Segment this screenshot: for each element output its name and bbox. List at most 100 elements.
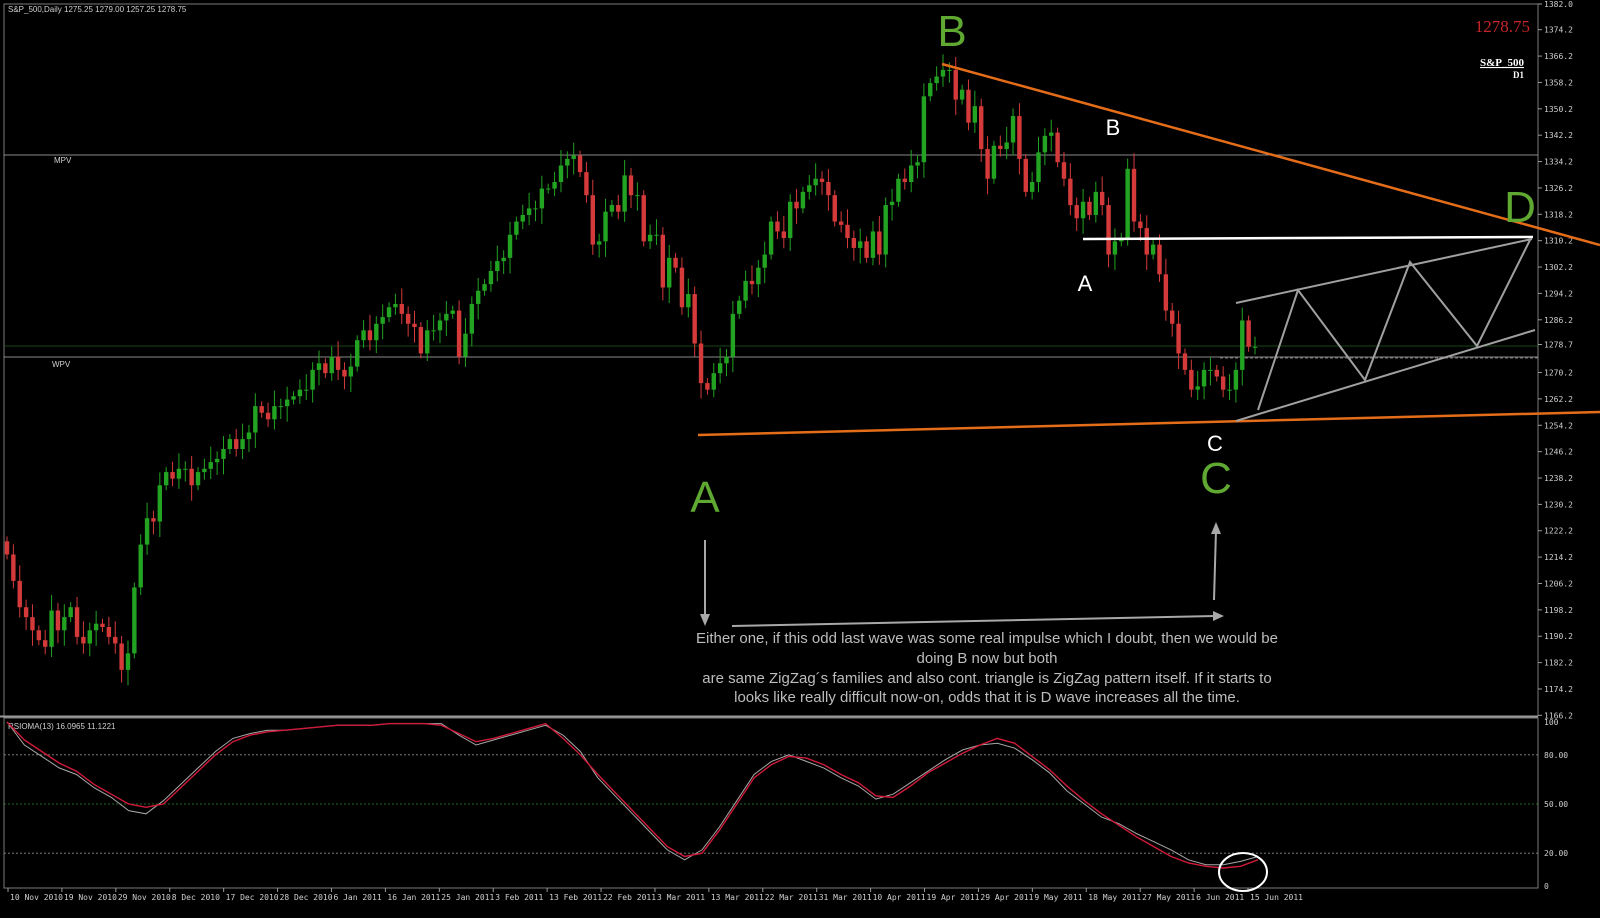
candle-body	[609, 205, 615, 212]
candle-body	[1220, 376, 1226, 390]
time-tick-label: 3 Mar 2011	[657, 893, 705, 902]
white-level-line[interactable]	[1082, 235, 1534, 241]
candle-body	[437, 320, 443, 331]
candle-body	[297, 389, 303, 397]
time-tick-label: 13 Mar 2011	[711, 893, 764, 902]
candle-body	[616, 205, 621, 212]
time-tick-label: 9 May 2011	[1034, 893, 1082, 902]
candle-body	[526, 208, 532, 215]
candle-body	[463, 333, 468, 357]
candle-body	[1233, 369, 1239, 390]
candle-body	[673, 257, 678, 268]
projected-zigzag[interactable]	[1257, 239, 1531, 411]
candle-body	[717, 363, 723, 374]
candle-body	[374, 323, 379, 341]
candle-body	[635, 195, 640, 197]
candle-body	[412, 323, 417, 328]
candle-body	[660, 234, 666, 288]
triangle-lower-line[interactable]	[697, 410, 1600, 437]
candle-body	[100, 623, 105, 627]
candle-body	[737, 300, 742, 314]
candle-body	[915, 162, 920, 166]
candle-body	[711, 373, 716, 390]
candle-body	[1112, 241, 1118, 255]
price-tick-label: 1334.2	[1544, 158, 1573, 167]
candle-body	[17, 580, 22, 608]
candle-body	[30, 617, 35, 631]
time-tick-label: 29 Apr 2011	[980, 893, 1033, 902]
price-tick-label: 1350.2	[1544, 105, 1573, 114]
price-tick-label: 1374.2	[1544, 26, 1573, 35]
price-tick-label: 1318.2	[1544, 210, 1573, 219]
note-line-3: are same ZigZag´s families and also cont…	[702, 670, 1271, 687]
candle-body	[431, 330, 436, 332]
candle-body	[202, 468, 207, 473]
candle-body	[883, 205, 888, 255]
time-tick-label: 3 Feb 2011	[495, 893, 543, 902]
candle-body	[214, 458, 220, 463]
candle-body	[163, 472, 169, 486]
candle-body	[533, 208, 538, 210]
candle-body	[1049, 132, 1054, 136]
candle-body	[546, 188, 551, 190]
arrow-up	[1211, 522, 1221, 601]
time-tick-label: 19 Apr 2011	[927, 893, 980, 902]
price-tick-label: 1262.2	[1544, 395, 1573, 404]
candle-body	[590, 195, 595, 245]
candle-body	[310, 369, 315, 390]
candle-body	[934, 76, 939, 84]
candle-body	[877, 231, 882, 255]
candle-body	[641, 195, 646, 242]
timeframe-label: D1	[1513, 70, 1524, 80]
candle-body	[157, 485, 163, 522]
candle-body	[113, 636, 118, 644]
candle-body	[622, 175, 627, 212]
candle-body	[291, 396, 296, 400]
candle-body	[132, 587, 137, 654]
arrow-right	[731, 611, 1224, 627]
candle-body	[1157, 244, 1162, 275]
time-tick-label: 6 Jun 2011	[1196, 893, 1244, 902]
candle-body	[985, 149, 990, 179]
candle-body	[208, 462, 213, 469]
candle-body	[138, 544, 143, 588]
candle-body	[577, 155, 583, 173]
candles	[4, 54, 1258, 686]
candle-body	[794, 201, 799, 209]
candle-body	[367, 330, 373, 341]
price-tick-label: 1222.2	[1544, 527, 1573, 536]
channel-upper-line[interactable]	[1235, 238, 1533, 304]
candle-body	[93, 623, 99, 631]
price-tick-label: 1366.2	[1544, 52, 1573, 61]
indicator-signal-line	[6, 721, 1259, 866]
candle-body	[1093, 191, 1099, 215]
candle-body	[234, 439, 239, 449]
candle-body	[278, 406, 283, 408]
price-tick-label: 1342.2	[1544, 131, 1573, 140]
candle-body	[151, 518, 156, 522]
price-tick-label: 1238.2	[1544, 474, 1573, 483]
time-tick-label: 10 Nov 2010	[10, 893, 63, 902]
price-tick-label: 1278.7	[1544, 341, 1573, 350]
candle-body	[1240, 320, 1245, 370]
time-tick-label: 31 Mar 2011	[819, 893, 872, 902]
candle-body	[813, 178, 818, 186]
time-tick-label: 10 Apr 2011	[873, 893, 926, 902]
candle-body	[959, 89, 965, 100]
candle-body	[11, 554, 16, 581]
candle-body	[921, 96, 927, 163]
candle-body	[43, 640, 48, 647]
candle-body	[628, 175, 634, 196]
candle-body	[469, 303, 475, 334]
candle-body	[361, 330, 366, 341]
candle-body	[1170, 310, 1175, 324]
candle-body	[316, 363, 322, 370]
candle-body	[170, 472, 175, 479]
candle-body	[284, 399, 290, 407]
price-tick-label: 1310.2	[1544, 237, 1573, 246]
candle-body	[940, 69, 946, 77]
candle-body	[495, 261, 500, 271]
candle-body	[781, 231, 787, 239]
price-tick-label: 1206.2	[1544, 579, 1573, 588]
candle-body	[1042, 135, 1048, 153]
